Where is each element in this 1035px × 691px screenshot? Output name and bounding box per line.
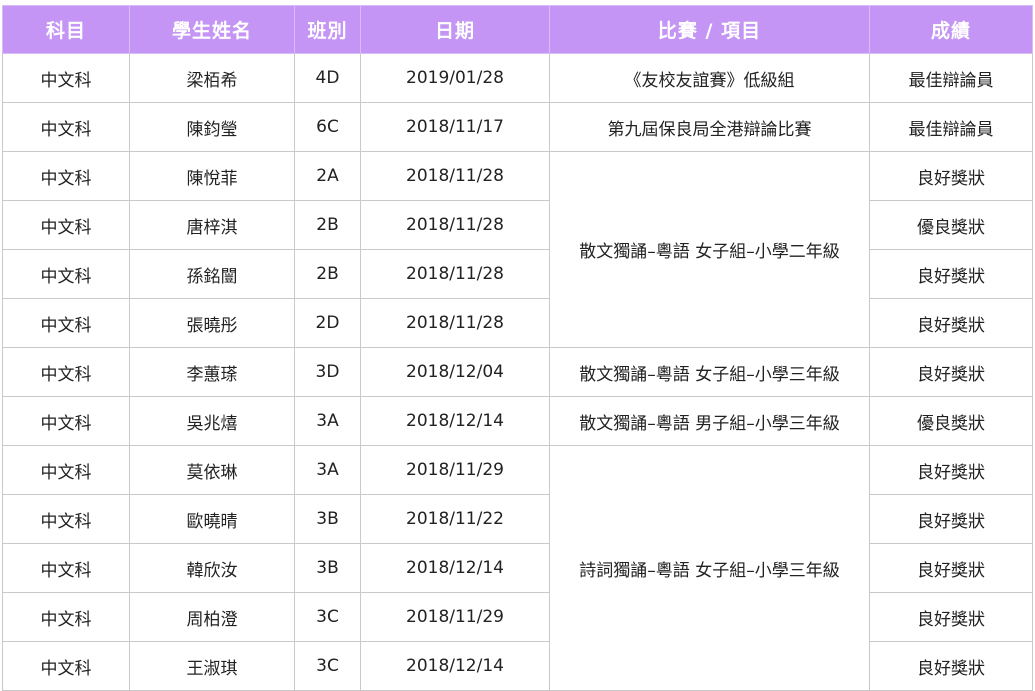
cell-date: 2018/12/14 [360,396,550,446]
cell-name: 王淑琪 [129,641,295,691]
cell-subject: 中文科 [2,396,130,446]
header-class: 班別 [294,5,361,54]
table-row: 中文科 梁栢希 4D 2019/01/28 《友校友誼賽》低級組 最佳辯論員 [2,53,1033,103]
cell-name: 梁栢希 [129,53,295,103]
awards-table: 科目 學生姓名 班別 日期 比賽 / 項目 成績 中文科 梁栢希 4D 2019… [2,5,1033,691]
table-row: 中文科 吳兆熺 3A 2018/12/14 散文獨誦–粵語 男子組–小學三年級 … [2,396,1033,446]
cell-class: 3C [294,641,361,691]
cell-result: 良好獎狀 [869,543,1033,593]
cell-subject: 中文科 [2,102,130,152]
cell-subject: 中文科 [2,543,130,593]
cell-result: 良好獎狀 [869,592,1033,642]
cell-result: 最佳辯論員 [869,102,1033,152]
cell-subject: 中文科 [2,249,130,299]
cell-name: 歐曉晴 [129,494,295,544]
cell-class: 3D [294,347,361,397]
cell-date: 2018/11/17 [360,102,550,152]
cell-class: 4D [294,53,361,103]
cell-date: 2018/11/28 [360,151,550,201]
cell-class: 6C [294,102,361,152]
cell-class: 3C [294,592,361,642]
cell-date: 2018/12/14 [360,543,550,593]
table-row: 中文科 李蕙瑹 3D 2018/12/04 散文獨誦–粵語 女子組–小學三年級 … [2,347,1033,397]
header-result: 成績 [869,5,1033,54]
cell-name: 吳兆熺 [129,396,295,446]
cell-name: 周柏澄 [129,592,295,642]
table-row: 中文科 張曉彤 2D 2018/11/28 良好獎狀 [2,298,1033,348]
header-subject: 科目 [2,5,130,54]
table-row: 中文科 歐曉晴 3B 2018/11/22 良好獎狀 [2,494,1033,544]
cell-name: 唐梓淇 [129,200,295,250]
cell-event: 散文獨誦–粵語 女子組–小學二年級 [549,151,870,348]
cell-subject: 中文科 [2,298,130,348]
cell-subject: 中文科 [2,53,130,103]
cell-date: 2018/12/14 [360,641,550,691]
cell-date: 2018/11/29 [360,592,550,642]
cell-event: 散文獨誦–粵語 女子組–小學三年級 [549,347,870,397]
cell-name: 莫依琳 [129,445,295,495]
cell-class: 2D [294,298,361,348]
table-row: 中文科 陳鈞瑩 6C 2018/11/17 第九屆保良局全港辯論比賽 最佳辯論員 [2,102,1033,152]
cell-class: 3A [294,445,361,495]
cell-result: 良好獎狀 [869,445,1033,495]
cell-date: 2018/11/28 [360,249,550,299]
header-student-name: 學生姓名 [129,5,295,54]
cell-date: 2018/11/29 [360,445,550,495]
cell-subject: 中文科 [2,151,130,201]
cell-result: 最佳辯論員 [869,53,1033,103]
table-row: 中文科 王淑琪 3C 2018/12/14 良好獎狀 [2,641,1033,691]
cell-subject: 中文科 [2,445,130,495]
cell-class: 2B [294,249,361,299]
cell-subject: 中文科 [2,494,130,544]
cell-event: 詩詞獨誦–粵語 女子組–小學三年級 [549,445,870,691]
cell-result: 良好獎狀 [869,494,1033,544]
cell-name: 陳鈞瑩 [129,102,295,152]
cell-result: 優良獎狀 [869,200,1033,250]
cell-date: 2018/11/22 [360,494,550,544]
cell-event: 《友校友誼賽》低級組 [549,53,870,103]
cell-subject: 中文科 [2,347,130,397]
cell-result: 良好獎狀 [869,249,1033,299]
cell-result: 良好獎狀 [869,641,1033,691]
cell-class: 3B [294,543,361,593]
cell-class: 2B [294,200,361,250]
cell-subject: 中文科 [2,200,130,250]
cell-result: 優良獎狀 [869,396,1033,446]
cell-result: 良好獎狀 [869,347,1033,397]
cell-event: 第九屆保良局全港辯論比賽 [549,102,870,152]
cell-class: 2A [294,151,361,201]
cell-name: 李蕙瑹 [129,347,295,397]
cell-event: 散文獨誦–粵語 男子組–小學三年級 [549,396,870,446]
table-row: 中文科 韓欣汝 3B 2018/12/14 良好獎狀 [2,543,1033,593]
cell-result: 良好獎狀 [869,151,1033,201]
cell-subject: 中文科 [2,641,130,691]
table-row: 中文科 陳悅菲 2A 2018/11/28 散文獨誦–粵語 女子組–小學二年級 … [2,151,1033,348]
cell-result: 良好獎狀 [869,298,1033,348]
cell-date: 2019/01/28 [360,53,550,103]
cell-date: 2018/11/28 [360,298,550,348]
cell-name: 陳悅菲 [129,151,295,201]
table-row: 中文科 周柏澄 3C 2018/11/29 良好獎狀 [2,592,1033,642]
table-row: 中文科 莫依琳 3A 2018/11/29 詩詞獨誦–粵語 女子組–小學三年級 … [2,445,1033,691]
cell-date: 2018/11/28 [360,200,550,250]
header-row: 科目 學生姓名 班別 日期 比賽 / 項目 成績 [2,5,1033,54]
table-row: 中文科 孫銘闓 2B 2018/11/28 良好獎狀 [2,249,1033,299]
header-event: 比賽 / 項目 [549,5,870,54]
cell-subject: 中文科 [2,592,130,642]
cell-name: 韓欣汝 [129,543,295,593]
table-row: 中文科 唐梓淇 2B 2018/11/28 優良獎狀 [2,200,1033,250]
cell-class: 3A [294,396,361,446]
header-date: 日期 [360,5,550,54]
cell-class: 3B [294,494,361,544]
cell-name: 張曉彤 [129,298,295,348]
cell-date: 2018/12/04 [360,347,550,397]
cell-name: 孫銘闓 [129,249,295,299]
